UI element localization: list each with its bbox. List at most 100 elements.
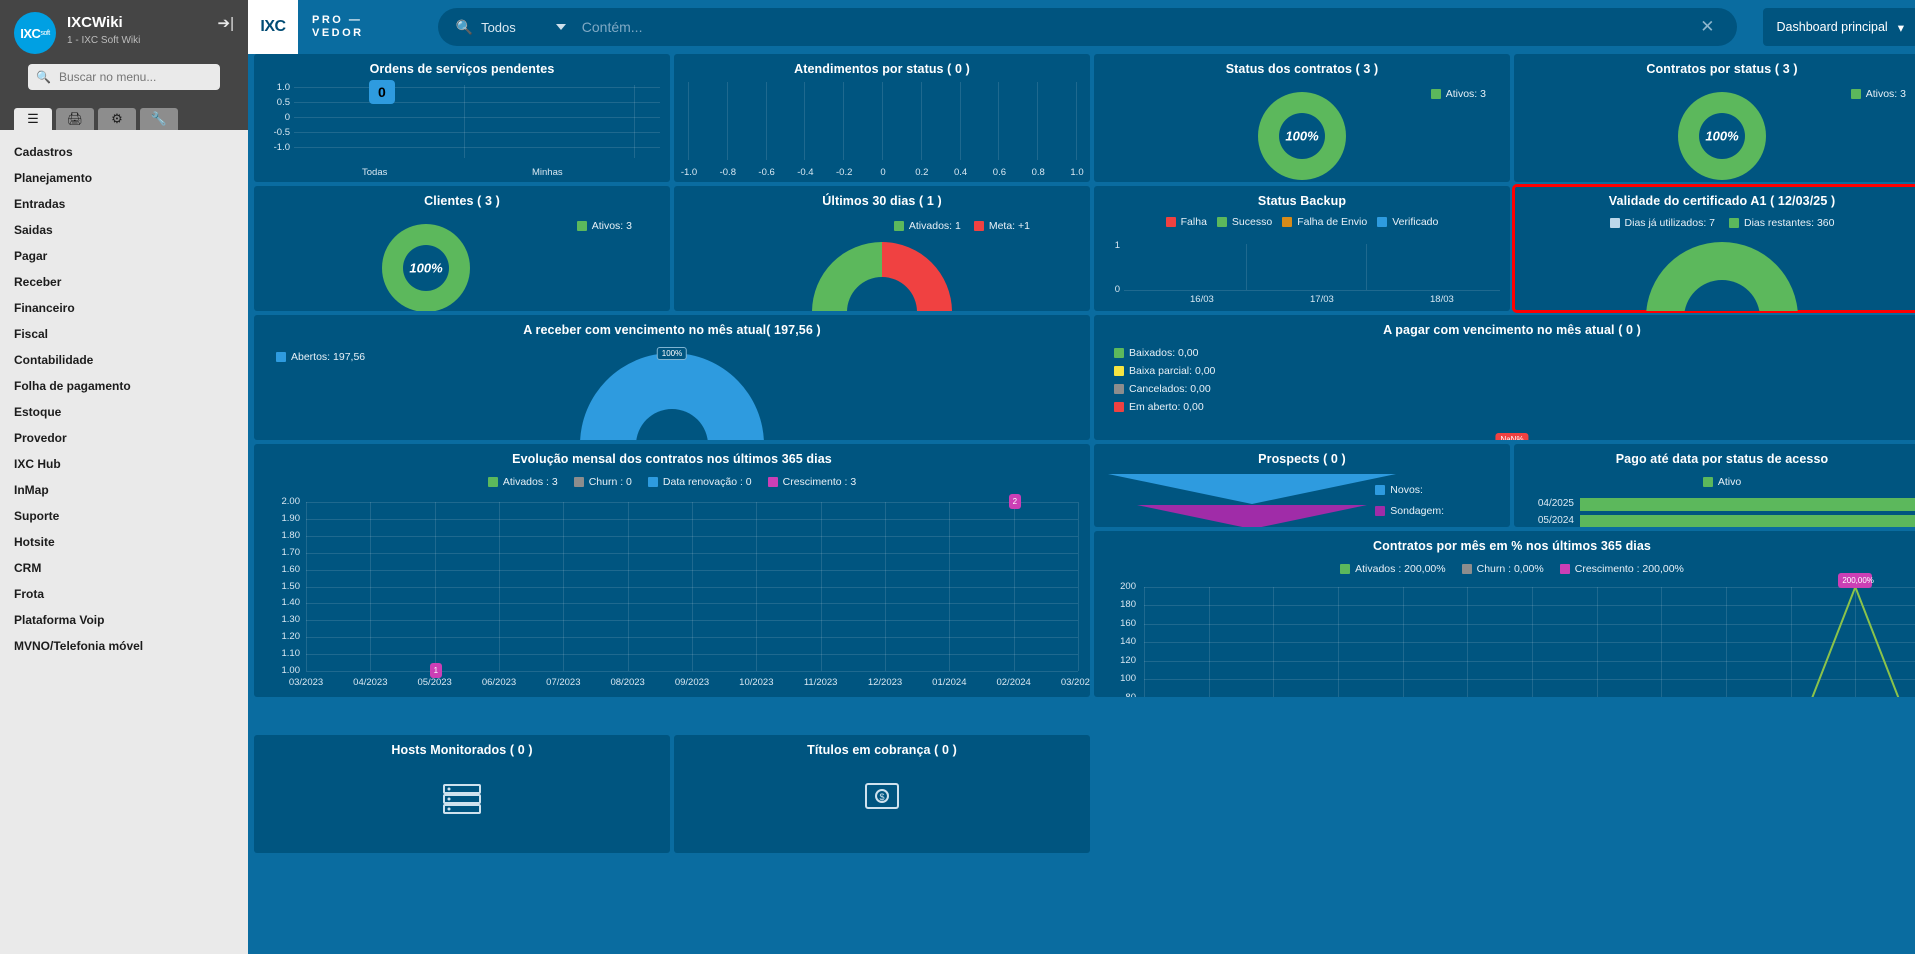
sidebar-item-saidas[interactable]: Saidas [0,217,248,243]
x-tick: 0.8 [1031,167,1045,178]
sidebar-item-pagar[interactable]: Pagar [0,243,248,269]
gridline [1208,587,1210,697]
sidebar-item-financeiro[interactable]: Financeiro [0,295,248,321]
legend-label: Falha de Envio [1297,216,1368,228]
y-tick: 0 [284,112,290,123]
ixc-logo: IXC [248,0,298,54]
widget-ordens-servicos-pendentes[interactable]: Ordens de serviços pendentes 1.0 0.5 0 -… [254,54,670,182]
sidebar-item-crm[interactable]: CRM [0,555,248,581]
sidebar-item-contabilidade[interactable]: Contabilidade [0,347,248,373]
sidebar-item-estoque[interactable]: Estoque [0,399,248,425]
dashboard-selector[interactable]: Dashboard principal ▾ [1762,8,1915,46]
x-tick: 0.4 [953,167,968,178]
global-search-input[interactable] [581,19,1687,35]
gridline [294,87,660,88]
gridline [1726,587,1727,697]
menu-search[interactable]: 🔍 [28,64,220,90]
sidebar-item-hotsite[interactable]: Hotsite [0,529,248,555]
widget-status-dos-contratos[interactable]: Status dos contratos ( 3 ) Ativos: 3 100… [1094,54,1510,182]
x-tick: 0.6 [992,167,1006,178]
widget-contratos-por-mes-percentual[interactable]: Contratos por mês em % nos últimos 365 d… [1094,531,1915,697]
legend-item: Verificado [1377,216,1438,228]
sidebar-item-receber[interactable]: Receber [0,269,248,295]
y-tick: 1.70 [281,546,301,558]
legend-swatch [1114,384,1124,394]
x-tick: 05/2023 [417,677,452,688]
logout-icon[interactable]: ➔| [218,14,234,32]
sidebar-tab-print[interactable]: 🖨 [56,108,94,130]
close-icon[interactable]: ✕ [1686,17,1728,37]
legend-label: Ativos: 3 [1865,88,1906,100]
legend-label: Ativo [1717,476,1742,488]
legend-item: Ativados: 1 [893,220,961,232]
sidebar-item-frota[interactable]: Frota [0,581,248,607]
sidebar-item-inmap[interactable]: InMap [0,477,248,503]
y-tick: 2.00 [281,496,301,507]
data-label: 100% [656,347,688,360]
search-icon: 🔍 [36,70,51,84]
widget-row-4: Evolução mensal dos contratos nos último… [254,444,1915,697]
x-tick: -1.0 [680,167,698,178]
sidebar-item-mvno-telefonia-m-vel[interactable]: MVNO/Telefonia móvel [0,633,248,659]
gridline [885,502,886,671]
y-tick: 100 [1120,673,1136,685]
widget-contratos-por-status[interactable]: Contratos por status ( 3 ) Ativos: 3 100… [1514,54,1915,182]
y-tick: 200 [1120,581,1136,592]
legend: Novos: Sondagem: Apresentação: Negociand… [1375,484,1458,527]
widget-clientes[interactable]: Clientes ( 3 ) Ativos: 3 100% [254,186,670,311]
legend-swatch [647,477,658,487]
widget-atendimentos-por-status[interactable]: Atendimentos por status ( 0 ) -1.0 -0.8 -0… [674,54,1090,182]
x-tick: 11/2023 [803,677,838,688]
sidebar-tab-settings[interactable]: ⚙ [98,108,136,130]
y-tick: 160 [1120,617,1136,629]
menu-search-input[interactable] [58,70,214,84]
x-tick: 10/2023 [739,677,774,688]
sidebar-item-entradas[interactable]: Entradas [0,191,248,217]
legend-swatch [1216,217,1227,227]
sidebar-tab-tools[interactable]: 🔧 [140,108,178,130]
widget-a-receber-mes-atual[interactable]: A receber com vencimento no mês atual( 1… [254,315,1090,440]
widget-validade-certificado-a1[interactable]: Validade do certificado A1 ( 12/03/25 ) … [1512,184,1915,313]
legend-item: Sucesso [1216,216,1272,228]
sidebar-item-plataforma-voip[interactable]: Plataforma Voip [0,607,248,633]
gridline [464,85,465,158]
widget-a-pagar-mes-atual[interactable]: A pagar com vencimento no mês atual ( 0 … [1094,315,1915,440]
legend: Ativados: 1 Meta: +1 [893,220,1030,232]
widget-prospects[interactable]: Prospects ( 0 ) Novos: Sondagem: [1094,444,1510,527]
donut-chart: 100% [382,224,470,311]
search-scope-label[interactable]: Todos [481,20,516,35]
gridline [726,82,728,160]
sidebar-tab-list[interactable]: ☰ [14,108,52,130]
widget-titulos-em-cobranca[interactable]: Títulos em cobrança ( 0 ) $ [674,735,1090,853]
gridline [804,82,806,160]
top-bar: IXC PRO — VEDOR 🔍 Todos ✕ Dashboard prin… [248,0,1915,54]
donut-chart: 100% [1258,92,1346,180]
gridline [959,82,961,160]
sidebar-item-provedor[interactable]: Provedor [0,425,248,451]
legend: Ativo [1514,476,1915,488]
widget-evolucao-mensal-contratos[interactable]: Evolução mensal dos contratos nos último… [254,444,1090,697]
sidebar-item-folha-de-pagamento[interactable]: Folha de pagamento [0,373,248,399]
chevron-down-icon[interactable] [555,24,566,30]
widget-title: Validade do certificado A1 ( 12/03/25 ) [1608,194,1836,208]
widget-hosts-monitorados[interactable]: Hosts Monitorados ( 0 ) [254,735,670,853]
widget-ultimos-30-dias[interactable]: Últimos 30 dias ( 1 ) Ativados: 1 Meta: … [674,186,1090,311]
legend: Ativos: 3 [576,220,632,232]
sidebar-item-fiscal[interactable]: Fiscal [0,321,248,347]
gridline [1076,82,1077,160]
global-search[interactable]: 🔍 Todos ✕ [437,8,1737,46]
sidebar-item-ixc-hub[interactable]: IXC Hub [0,451,248,477]
gridline [1144,605,1915,607]
x-tick: 02/2024 [996,677,1031,688]
sidebar-account: IXCWiki 1 - IXC Soft Wiki [67,12,140,47]
sidebar-menu: Cadastros Planejamento Entradas Saidas Pagar… [0,130,248,954]
gridline [306,502,307,671]
sidebar-item-suporte[interactable]: Suporte [0,503,248,529]
legend-swatch [1609,218,1620,228]
legend-swatch [1729,218,1739,228]
gridline [499,502,500,671]
sidebar-item-planejamento[interactable]: Planejamento [0,165,248,191]
widget-status-backup[interactable]: Status Backup Falha Sucesso Falha de Env… [1094,186,1510,311]
sidebar-item-cadastros[interactable]: Cadastros [0,139,248,165]
widget-pago-ate-data[interactable]: Pago até data por status de acesso Ativo… [1514,444,1915,527]
